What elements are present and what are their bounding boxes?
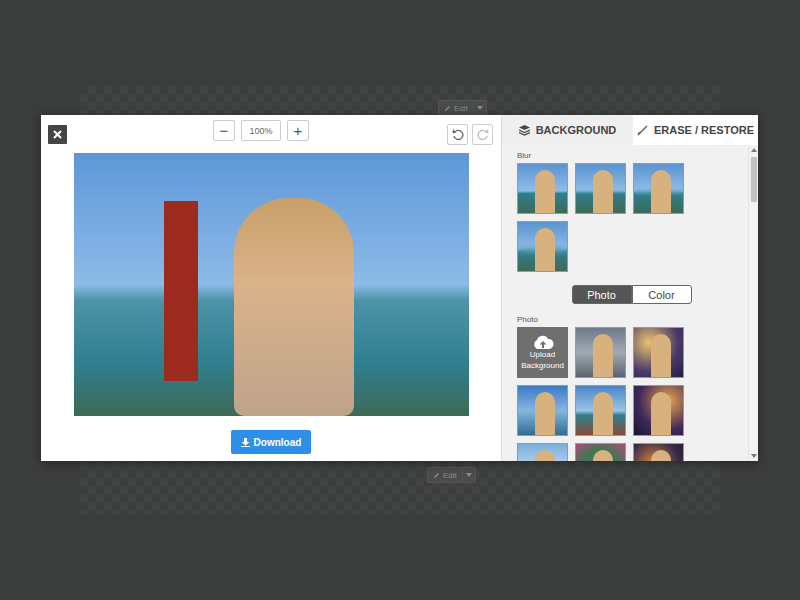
- mode-toggle: PhotoColor: [515, 285, 748, 304]
- dropdown-caret[interactable]: [462, 468, 475, 482]
- edit-label: Edit: [428, 468, 462, 482]
- upload-background-button[interactable]: Upload Background: [517, 327, 568, 378]
- bridge-tower: [164, 201, 198, 381]
- zoom-value[interactable]: 100%: [241, 120, 281, 141]
- close-button[interactable]: [48, 125, 67, 144]
- person-figure: [234, 198, 354, 416]
- person-figure: [651, 450, 671, 461]
- person-figure: [535, 392, 555, 436]
- person-figure: [651, 392, 671, 436]
- panel-content: BlurPhotoColorPhotoUpload Background: [502, 145, 748, 461]
- blur-label: Blur: [517, 151, 748, 160]
- zoom-in-button[interactable]: +: [287, 120, 309, 141]
- person-figure: [651, 170, 671, 214]
- redo-button[interactable]: [472, 124, 493, 145]
- photo-grid: Upload Background: [517, 327, 748, 461]
- dropdown-caret[interactable]: [473, 101, 486, 115]
- redo-icon: [477, 128, 489, 140]
- undo-button[interactable]: [447, 124, 468, 145]
- download-button[interactable]: Download: [231, 430, 312, 454]
- preview-pane: −100% + Download: [41, 115, 501, 461]
- blur-thumbnail[interactable]: [517, 221, 568, 272]
- edit-text: Edit: [454, 104, 468, 113]
- tab[interactable]: ERASE / RESTORE: [633, 115, 758, 145]
- photo-label: Photo: [517, 315, 748, 324]
- close-icon: [53, 130, 62, 139]
- person-figure: [535, 228, 555, 272]
- cloud-upload-icon: [532, 334, 554, 350]
- tab-bar: BACKGROUND ERASE / RESTORE: [502, 115, 758, 145]
- pencil-icon: [433, 472, 440, 479]
- undo-icon: [452, 128, 464, 140]
- photo-thumbnail[interactable]: [517, 385, 568, 436]
- pencil-icon: [444, 105, 451, 112]
- zoom-out-button[interactable]: −: [213, 120, 235, 141]
- layers-icon: [519, 125, 530, 136]
- blur-thumbnail[interactable]: [517, 163, 568, 214]
- download-icon: [241, 438, 250, 447]
- history-controls: [447, 124, 493, 145]
- photo-thumbnail[interactable]: [517, 443, 568, 461]
- blur-thumbnail[interactable]: [633, 163, 684, 214]
- caret-down-icon: [466, 473, 472, 477]
- scroll-up-icon[interactable]: [751, 148, 757, 152]
- person-figure: [535, 170, 555, 214]
- settings-pane: BACKGROUNDERASE / RESTOREBlurPhotoColorP…: [501, 115, 758, 461]
- preview-image: [74, 153, 469, 416]
- panel-body: BlurPhotoColorPhotoUpload Background: [502, 145, 758, 461]
- editor-modal: −100%+DownloadBACKGROUNDERASE / RESTOREB…: [41, 115, 758, 461]
- person-figure: [593, 170, 613, 214]
- edit-label: Edit: [439, 101, 473, 115]
- scroll-thumb[interactable]: [751, 157, 757, 202]
- person-figure: [535, 450, 555, 461]
- person-figure: [593, 392, 613, 436]
- tab-label: BACKGROUND: [536, 124, 617, 136]
- upload-label: Upload Background: [518, 350, 567, 371]
- zoom-controls: −100% +: [213, 120, 309, 141]
- tab[interactable]: BACKGROUND: [502, 115, 633, 145]
- edit-button[interactable]: Edit: [427, 467, 476, 483]
- brush-icon: [637, 125, 648, 136]
- edit-text: Edit: [443, 471, 457, 480]
- edit-button[interactable]: Edit: [438, 100, 487, 116]
- photo-thumbnail[interactable]: [575, 385, 626, 436]
- photo-thumbnail[interactable]: [575, 327, 626, 378]
- person-figure: [593, 450, 613, 461]
- scrollbar[interactable]: [748, 145, 758, 461]
- caret-down-icon: [477, 106, 483, 110]
- toggle-option[interactable]: Color: [632, 285, 692, 304]
- toggle-option[interactable]: Photo: [572, 285, 632, 304]
- blur-grid: [517, 163, 748, 272]
- tab-label: ERASE / RESTORE: [654, 124, 754, 136]
- photo-thumbnail[interactable]: [633, 327, 684, 378]
- scroll-down-icon[interactable]: [751, 454, 757, 458]
- photo-thumbnail[interactable]: [633, 385, 684, 436]
- photo-thumbnail[interactable]: [575, 443, 626, 461]
- person-figure: [593, 334, 613, 378]
- photo-thumbnail[interactable]: [633, 443, 684, 461]
- blur-thumbnail[interactable]: [575, 163, 626, 214]
- toolbar: −100% +: [41, 115, 501, 153]
- download-label: Download: [254, 437, 302, 448]
- person-figure: [651, 334, 671, 378]
